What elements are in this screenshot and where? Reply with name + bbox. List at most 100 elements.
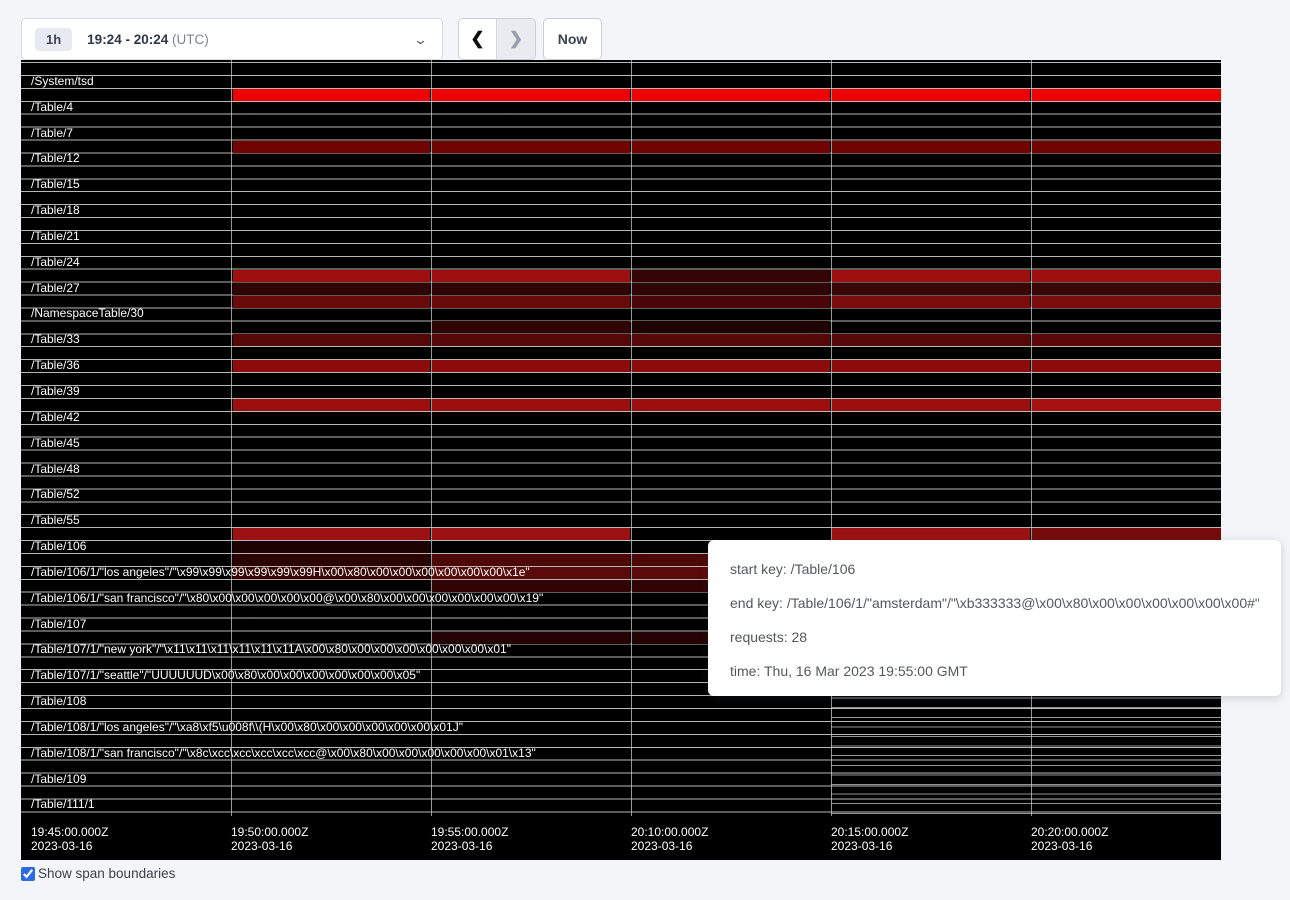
key-visualizer-canvas[interactable]: /System/tsd/Table/4/Table/7/Table/12/Tab… [21,60,1221,860]
key-span-label: /Table/107 [31,618,86,631]
heat-band [233,399,430,411]
axis-tick-time: 19:50:00.000Z [231,825,308,839]
axis-tick-time: 19:45:00.000Z [31,825,108,839]
heat-band [233,283,430,295]
key-span-label: /Table/108/1/"los angeles"/"\xa8\xf5\u00… [31,721,463,734]
now-button[interactable]: Now [543,18,602,60]
time-gridline [1031,60,1032,816]
heat-band [233,554,430,566]
heat-band [233,89,430,101]
heat-band [432,141,630,153]
heat-band [233,528,430,540]
tooltip-requests: requests: 28 [730,620,1259,654]
tooltip-time: time: Thu, 16 Mar 2023 19:55:00 GMT [730,654,1259,688]
heat-band [1032,270,1221,282]
key-span-label: /Table/24 [31,256,80,269]
key-span-label: /Table/36 [31,359,80,372]
heat-band [432,321,630,333]
key-span-label: /Table/27 [31,282,80,295]
show-span-boundaries-checkbox[interactable] [21,867,35,881]
key-span-label: /NamespaceTable/30 [31,307,144,320]
time-range-label: 19:24 - 20:24 (UTC) [87,32,209,47]
heat-band [432,632,630,644]
key-span-label: /Table/39 [31,385,80,398]
prev-range-button[interactable]: ❮ [459,19,497,59]
heat-band [233,334,430,346]
key-span-label: /Table/18 [31,204,80,217]
heat-band [1032,360,1221,372]
heat-band [432,567,630,579]
key-span-label: /Table/48 [31,463,80,476]
heat-band [1032,528,1221,540]
heat-band [832,399,1030,411]
axis-tick: 19:45:00.000Z2023-03-16 [31,825,108,853]
time-range-select[interactable]: 1h 19:24 - 20:24 (UTC) ⌄ [21,18,443,60]
key-span-label: /Table/107/1/"seattle"/"UUUUUUD\x00\x80\… [31,669,420,682]
axis-tick: 20:20:00.000Z2023-03-16 [1031,825,1108,853]
heat-band [832,270,1030,282]
heat-band [432,334,630,346]
heat-band [233,141,430,153]
heat-band [432,554,630,566]
axis-tick: 20:15:00.000Z2023-03-16 [831,825,908,853]
next-range-button[interactable]: ❯ [497,19,535,59]
axis-tick-time: 20:15:00.000Z [831,825,908,839]
heat-band [432,283,630,295]
key-span-label: /Table/4 [31,101,73,114]
axis-tick-date: 2023-03-16 [831,839,908,853]
key-span-label: /Table/106/1/"san francisco"/"\x80\x00\x… [31,592,543,605]
key-span-label: /Table/109 [31,773,86,786]
heat-band [1032,296,1221,308]
span-boundaries-toggle-row: Show span boundaries [21,866,175,881]
heat-band [432,399,630,411]
heat-band [233,296,430,308]
bucket-tooltip: start key: /Table/106 end key: /Table/10… [708,540,1281,696]
chevron-down-icon: ⌄ [413,33,428,46]
heat-band [432,270,630,282]
key-span-label: /Table/107/1/"new york"/"\x11\x11\x11\x1… [31,643,511,656]
span-boundary-lines-dense [831,688,1221,816]
heat-band [632,334,830,346]
time-gridline [431,60,432,816]
tooltip-start-key: start key: /Table/106 [730,552,1259,586]
heat-band [233,270,430,282]
tooltip-end-key: end key: /Table/106/1/"amsterdam"/"\xb33… [730,586,1259,620]
key-span-label: /Table/45 [31,437,80,450]
heat-band [233,360,430,372]
heat-band [632,321,830,333]
axis-tick-time: 20:20:00.000Z [1031,825,1108,839]
heat-band [632,270,830,282]
key-span-label: /Table/42 [31,411,80,424]
axis-tick-time: 20:10:00.000Z [631,825,708,839]
key-span-label: /Table/106/1/"los angeles"/"\x99\x99\x99… [31,566,530,579]
time-range-duration-chip: 1h [35,28,72,51]
heat-band [632,89,830,101]
axis-tick-date: 2023-03-16 [31,839,108,853]
heat-band [233,567,430,579]
heat-band [832,283,1030,295]
key-span-label: /Table/7 [31,127,73,140]
time-gridline [831,60,832,816]
heat-band [233,541,430,553]
heat-band [832,89,1030,101]
heat-band [632,399,830,411]
axis-tick-date: 2023-03-16 [1031,839,1108,853]
key-span-label: /Table/12 [31,152,80,165]
show-span-boundaries-label[interactable]: Show span boundaries [38,866,175,881]
heat-band [1032,399,1221,411]
heat-band [1032,89,1221,101]
heat-band [1032,334,1221,346]
chevron-right-icon: ❯ [509,29,523,49]
axis-tick-time: 19:55:00.000Z [431,825,508,839]
time-nav-group: ❮ ❯ [458,18,536,60]
heat-band [432,528,630,540]
heat-band [832,296,1030,308]
heat-band [832,528,1030,540]
heat-band [432,360,630,372]
key-span-label: /Table/52 [31,488,80,501]
axis-tick: 19:55:00.000Z2023-03-16 [431,825,508,853]
time-gridline [631,60,632,816]
key-span-label: /Table/21 [31,230,80,243]
key-span-label: /Table/111/1 [31,798,95,811]
heat-band [432,580,630,592]
